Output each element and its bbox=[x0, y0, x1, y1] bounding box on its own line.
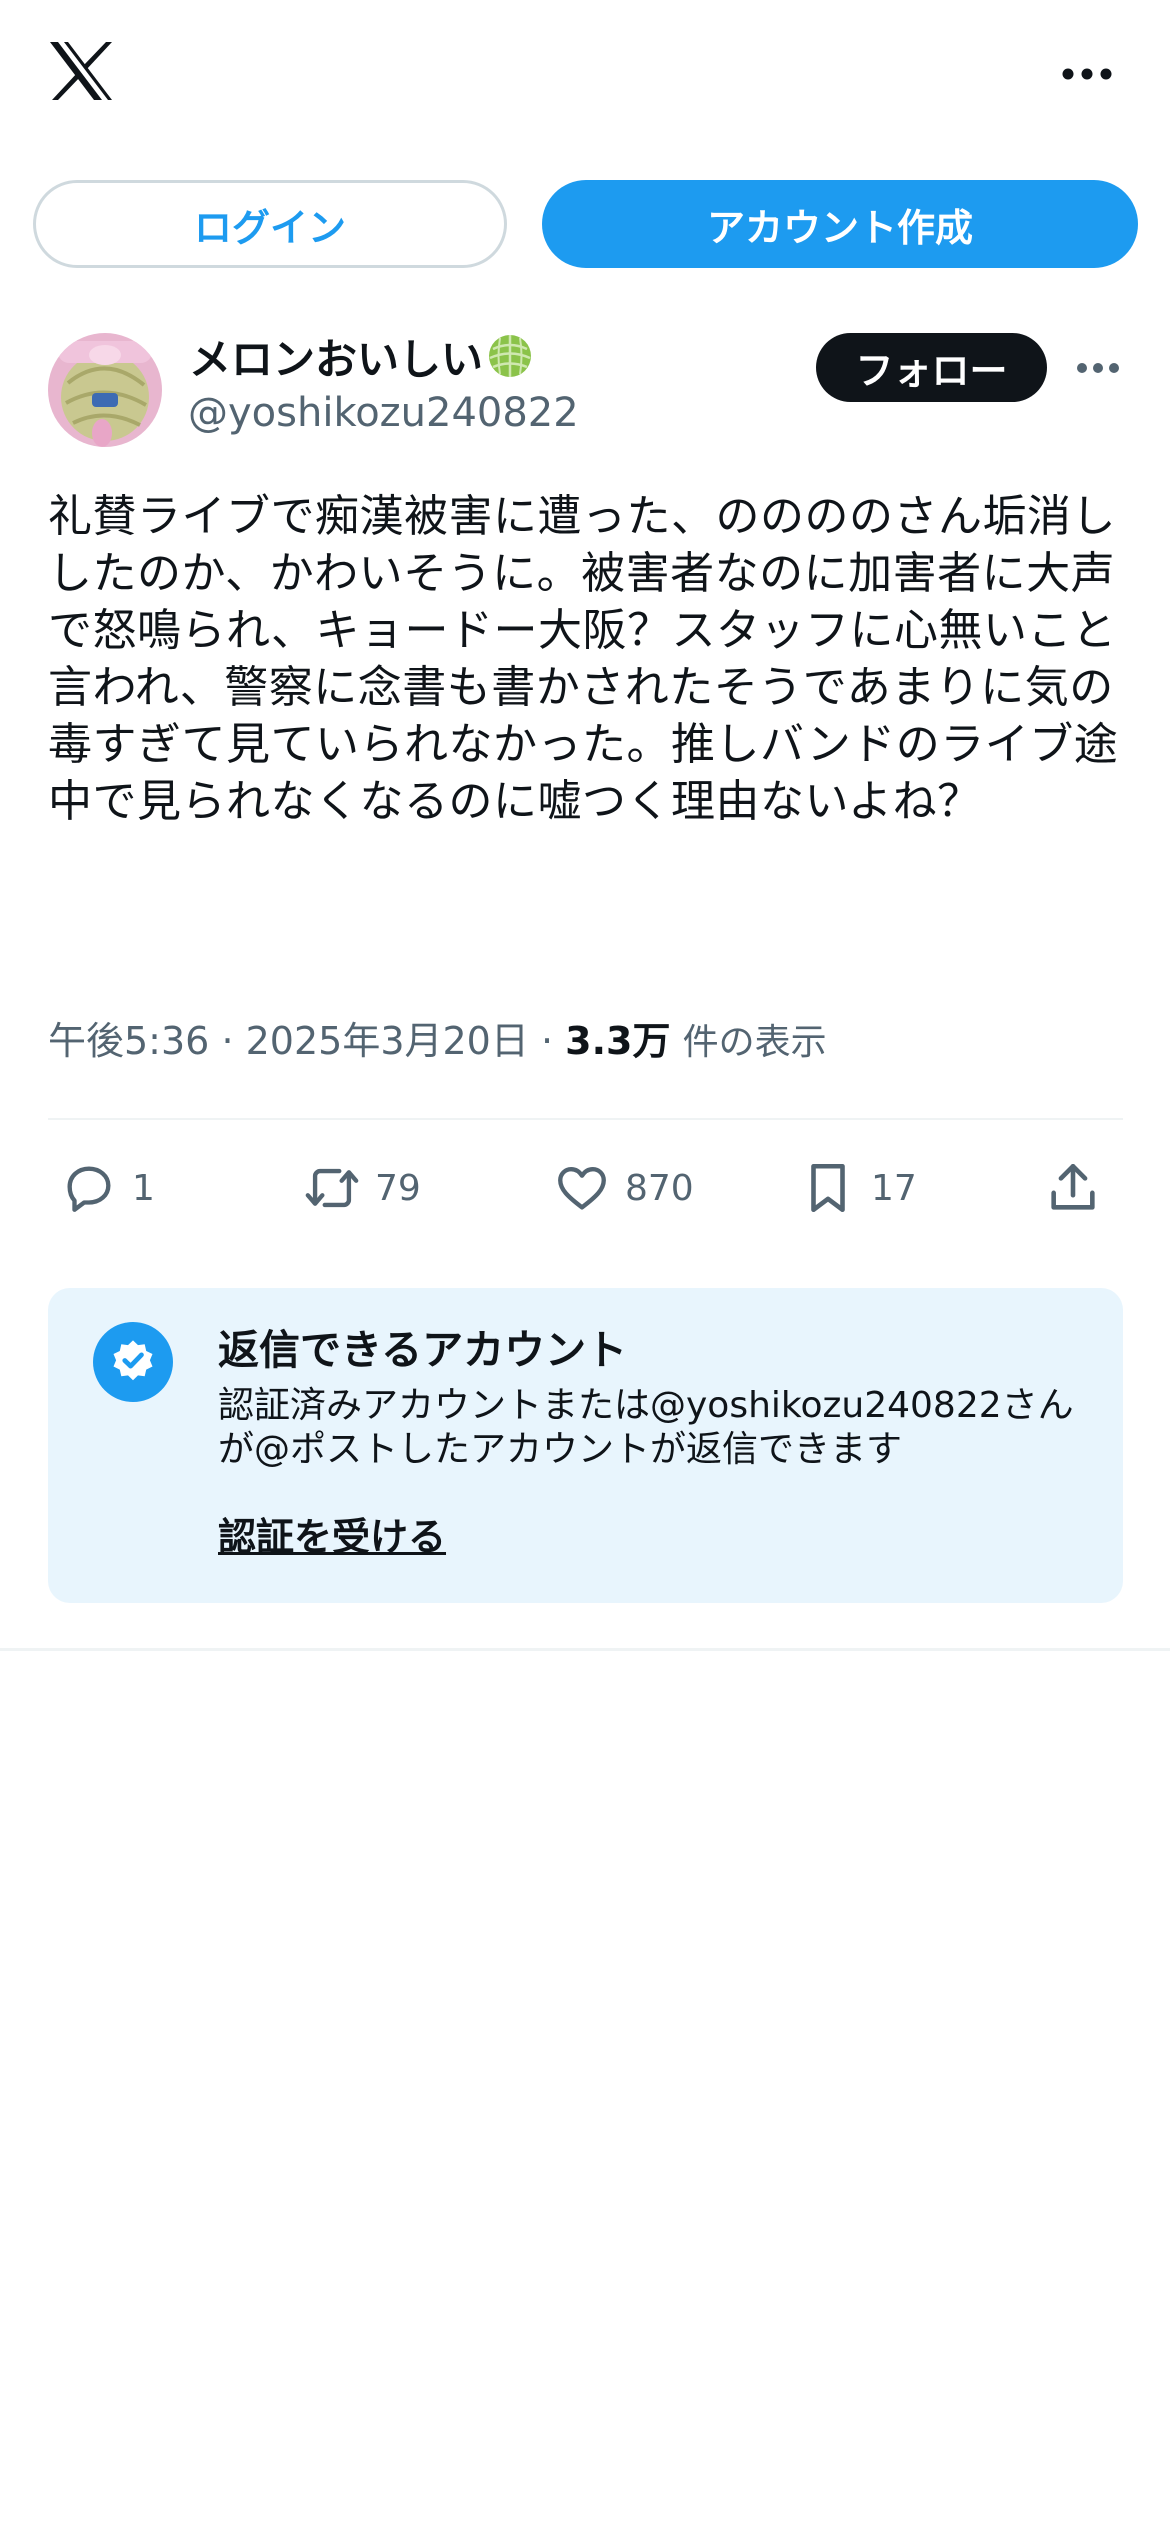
bottom-divider bbox=[0, 1648, 1170, 1651]
meta-separator: · bbox=[221, 1019, 234, 1063]
post-date[interactable]: 2025年3月20日 bbox=[246, 1019, 529, 1063]
get-verified-link[interactable]: 認証を受ける bbox=[218, 1506, 446, 1561]
author-name[interactable]: メロンおいしい bbox=[189, 326, 533, 386]
post-text: 礼賛ライブで痴漢被害に遭った、ののののさん垢消ししたのか、かわいそうに。被害者な… bbox=[48, 491, 1119, 827]
avatar[interactable] bbox=[48, 333, 162, 447]
share-icon bbox=[1051, 1163, 1095, 1210]
create-account-button[interactable]: アカウント作成 bbox=[542, 180, 1138, 268]
reply-restriction-title: 返信できるアカウント bbox=[218, 1326, 628, 1374]
bookmark-button[interactable]: 17 bbox=[799, 1155, 917, 1221]
repost-count: 79 bbox=[375, 1167, 421, 1209]
post-time[interactable]: 午後5:36 bbox=[48, 1019, 209, 1063]
like-count: 870 bbox=[625, 1167, 694, 1209]
post-more-icon[interactable] bbox=[1076, 362, 1120, 374]
x-logo-icon[interactable] bbox=[48, 40, 114, 102]
reply-button[interactable]: 1 bbox=[60, 1155, 155, 1221]
more-horizontal-icon[interactable] bbox=[1062, 68, 1112, 80]
views-count: 3.3万 bbox=[565, 1019, 671, 1063]
share-button[interactable] bbox=[1044, 1155, 1116, 1221]
like-button[interactable]: 870 bbox=[553, 1155, 694, 1221]
reply-icon bbox=[67, 1166, 111, 1212]
verified-badge-icon bbox=[93, 1322, 173, 1402]
follow-button[interactable]: フォロー bbox=[816, 333, 1047, 402]
repost-icon bbox=[305, 1168, 359, 1208]
meta-separator: · bbox=[540, 1019, 554, 1063]
post-meta: 午後5:36 · 2025年3月20日 · 3.3万 件の表示 bbox=[48, 1010, 827, 1065]
divider bbox=[48, 1118, 1123, 1120]
author-name-text: メロンおいしい bbox=[189, 334, 484, 384]
repost-button[interactable]: 79 bbox=[303, 1155, 421, 1221]
heart-icon bbox=[558, 1166, 606, 1210]
login-button[interactable]: ログイン bbox=[33, 180, 507, 268]
melon-icon bbox=[489, 335, 532, 377]
views-label: 件の表示 bbox=[682, 1022, 827, 1063]
bookmark-icon bbox=[811, 1163, 845, 1213]
reply-restriction-description: 認証済みアカウントまたは@yoshikozu240822さんが@ポストしたアカウ… bbox=[218, 1385, 1074, 1470]
reply-count: 1 bbox=[132, 1167, 155, 1209]
reply-restriction-box: 返信できるアカウント 認証済みアカウントまたは@yoshikozu240822さ… bbox=[48, 1288, 1123, 1603]
page: ログイン アカウント作成 メロンおいしい @yoshikozu240822 フォ… bbox=[0, 0, 1170, 2532]
author-handle[interactable]: @yoshikozu240822 bbox=[188, 390, 579, 436]
avatar-image bbox=[48, 333, 162, 447]
bookmark-count: 17 bbox=[871, 1167, 917, 1209]
